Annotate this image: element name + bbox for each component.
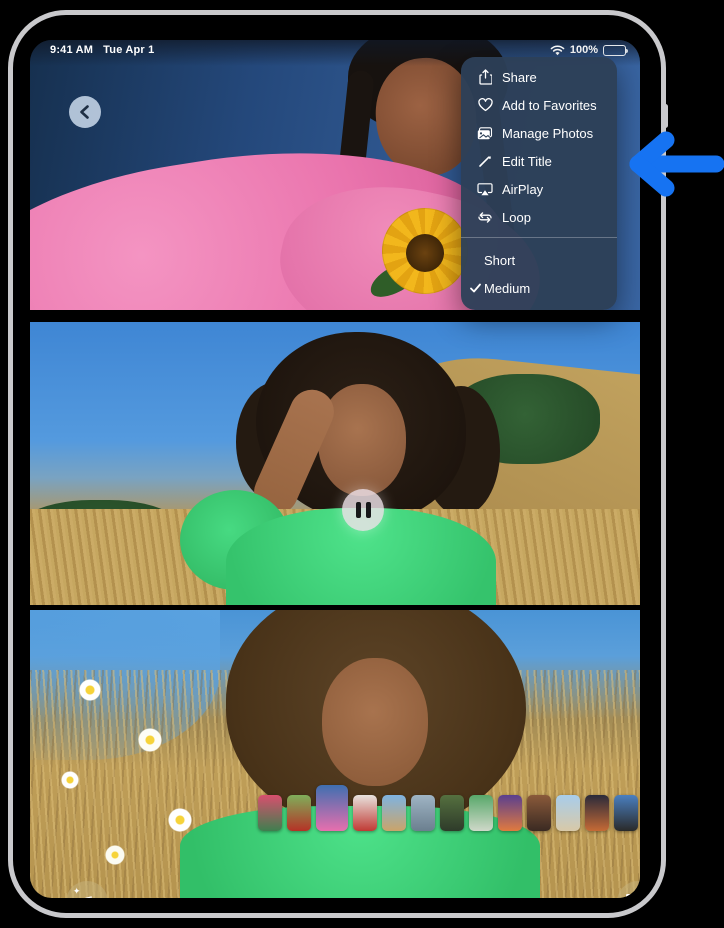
checkmark-icon [467, 283, 483, 293]
thumbnail-strip [258, 785, 638, 831]
thumbnail[interactable] [287, 795, 311, 831]
music-note-sparkle-icon: ♫✦ [80, 892, 94, 899]
photo-slide-green-dress[interactable] [30, 322, 640, 605]
menu-item-label: Loop [502, 210, 531, 225]
battery-full-icon [603, 45, 626, 56]
chevron-left-icon [78, 104, 92, 120]
pencil-icon [474, 154, 496, 168]
back-button[interactable] [69, 96, 101, 128]
photo1-sunflower [382, 208, 468, 294]
ipad-screen: 9:41 AM Tue Apr 1 100% ♫✦ [30, 40, 640, 898]
thumbnail[interactable] [556, 795, 580, 831]
thumbnail[interactable] [614, 795, 638, 831]
menu-item-label: Short [484, 253, 515, 268]
photo3-daisies [30, 650, 270, 890]
menu-item-label: Edit Title [502, 154, 552, 169]
menu-item-loop[interactable]: Loop [461, 203, 617, 231]
volume-button [663, 104, 668, 128]
grid-icon [626, 894, 641, 898]
menu-item-label: Manage Photos [502, 126, 593, 141]
wifi-icon [550, 45, 565, 56]
menu-item-edit-title[interactable]: Edit Title [461, 147, 617, 175]
pause-button[interactable] [342, 489, 384, 531]
status-date: Tue Apr 1 [103, 44, 154, 56]
photo-slide-field-portrait[interactable] [30, 610, 640, 898]
airplay-icon [474, 183, 496, 196]
menu-item-manage-photos[interactable]: Manage Photos [461, 119, 617, 147]
heart-icon [474, 98, 496, 112]
thumbnail[interactable] [498, 795, 522, 831]
thumbnail[interactable] [382, 795, 406, 831]
menu-item-duration-short[interactable]: Short [461, 246, 617, 274]
thumbnail-selected[interactable] [316, 785, 348, 831]
thumbnail[interactable] [527, 795, 551, 831]
menu-item-label: AirPlay [502, 182, 543, 197]
pause-icon [356, 502, 371, 518]
thumbnail[interactable] [469, 795, 493, 831]
thumbnail[interactable] [585, 795, 609, 831]
thumbnail[interactable] [353, 795, 377, 831]
photo3-face [322, 658, 428, 786]
loop-icon [474, 211, 496, 224]
battery-percent: 100% [570, 44, 598, 56]
menu-item-label: Medium [484, 281, 530, 296]
menu-item-airplay[interactable]: AirPlay [461, 175, 617, 203]
thumbnail[interactable] [258, 795, 282, 831]
share-icon [474, 69, 496, 85]
menu-item-share[interactable]: Share [461, 63, 617, 91]
menu-item-duration-medium[interactable]: Medium [461, 274, 617, 302]
context-menu: Share Add to Favorites Manage Photos Edi… [461, 57, 617, 310]
menu-separator [461, 237, 617, 238]
thumbnail[interactable] [440, 795, 464, 831]
menu-item-add-to-favorites[interactable]: Add to Favorites [461, 91, 617, 119]
menu-item-label: Add to Favorites [502, 98, 597, 113]
status-bar: 9:41 AM Tue Apr 1 100% [30, 40, 640, 58]
thumbnail[interactable] [411, 795, 435, 831]
status-time: 9:41 AM [50, 44, 93, 56]
manage-photos-icon [474, 127, 496, 140]
menu-item-label: Share [502, 70, 537, 85]
